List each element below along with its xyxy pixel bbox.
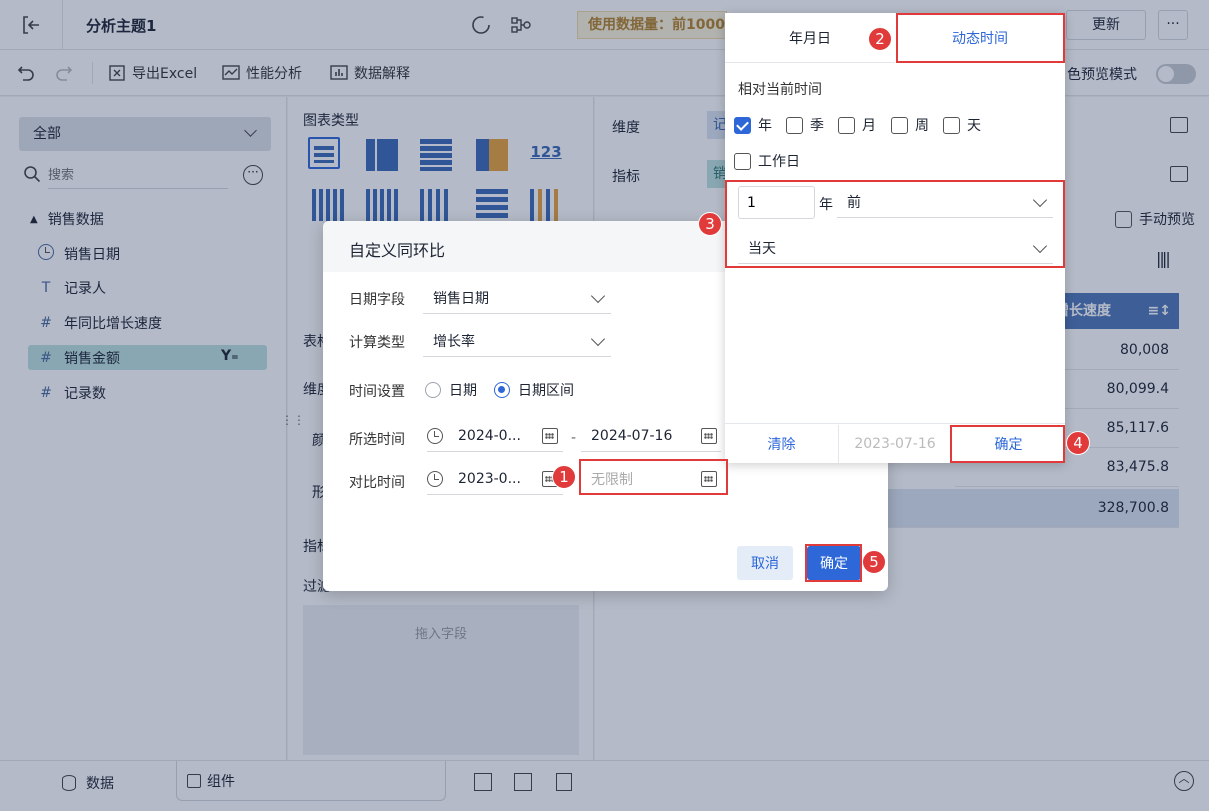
preview-date: 2023-07-16 <box>854 436 936 452</box>
radio-icon <box>425 382 441 398</box>
clock-icon <box>427 427 443 444</box>
unit-month-checkbox[interactable]: 月 <box>838 115 876 135</box>
date-field-label: 日期字段 <box>349 292 405 308</box>
selected-time-label: 所选时间 <box>349 432 405 448</box>
range-separator: - <box>571 430 577 446</box>
relative-time-label: 相对当前时间 <box>738 82 822 98</box>
unit-year-checkbox[interactable]: 年 <box>734 115 772 135</box>
calendar-icon <box>542 428 558 444</box>
checkbox-icon <box>943 116 960 134</box>
highlight-box-4 <box>950 425 1065 463</box>
calendar-icon <box>701 428 717 444</box>
calc-type-label: 计算类型 <box>349 335 405 351</box>
chevron-down-icon <box>590 288 606 304</box>
checkbox-icon <box>891 116 908 134</box>
highlight-box-2 <box>896 13 1065 63</box>
annotation-badge-5: 5 <box>862 550 886 574</box>
calc-type-select[interactable]: 增长率 <box>423 325 611 357</box>
radio-date-label: 日期 <box>449 383 477 399</box>
annotation-badge-4: 4 <box>1066 431 1090 455</box>
annotation-badge-2: 2 <box>868 27 892 51</box>
unit-day-checkbox[interactable]: 天 <box>943 115 981 135</box>
date-field-value: 销售日期 <box>433 290 489 307</box>
clear-button[interactable]: 清除 <box>725 425 838 463</box>
selected-end-field[interactable]: 2024-07-16 <box>581 420 721 452</box>
radio-date-range[interactable]: 日期区间 <box>494 380 574 400</box>
annotation-badge-3: 3 <box>698 212 722 236</box>
annotation-badge-1: 1 <box>552 465 576 489</box>
radio-selected-icon <box>494 382 510 398</box>
time-setting-label: 时间设置 <box>349 384 405 400</box>
selected-end-value: 2024-07-16 <box>591 427 673 444</box>
checkbox-icon <box>786 116 803 134</box>
unit-week-checkbox[interactable]: 周 <box>891 115 929 135</box>
unit-quarter-checkbox[interactable]: 季 <box>786 115 824 135</box>
highlight-box-5 <box>805 544 862 582</box>
date-field-select[interactable]: 销售日期 <box>423 282 611 314</box>
highlight-box-3 <box>725 180 1065 268</box>
workday-checkbox[interactable]: 工作日 <box>734 151 800 171</box>
highlight-box-1 <box>579 459 728 495</box>
compare-start-value: 2023-0... <box>458 470 521 487</box>
selected-start-field[interactable]: 2024-0... <box>427 420 563 452</box>
compare-start-field[interactable]: 2023-0... <box>427 463 563 495</box>
compare-time-label: 对比时间 <box>349 475 405 491</box>
calc-type-value: 增长率 <box>433 333 475 350</box>
clock-icon <box>427 470 443 487</box>
selected-start-value: 2024-0... <box>458 427 521 444</box>
checkbox-checked-icon <box>734 116 751 134</box>
chevron-down-icon <box>590 331 606 347</box>
dialog-title: 自定义同环比 <box>349 241 446 260</box>
checkbox-icon <box>838 116 855 134</box>
radio-range-label: 日期区间 <box>518 383 574 399</box>
checkbox-icon <box>734 152 751 170</box>
radio-date[interactable]: 日期 <box>425 380 477 400</box>
cancel-button[interactable]: 取消 <box>737 546 793 580</box>
